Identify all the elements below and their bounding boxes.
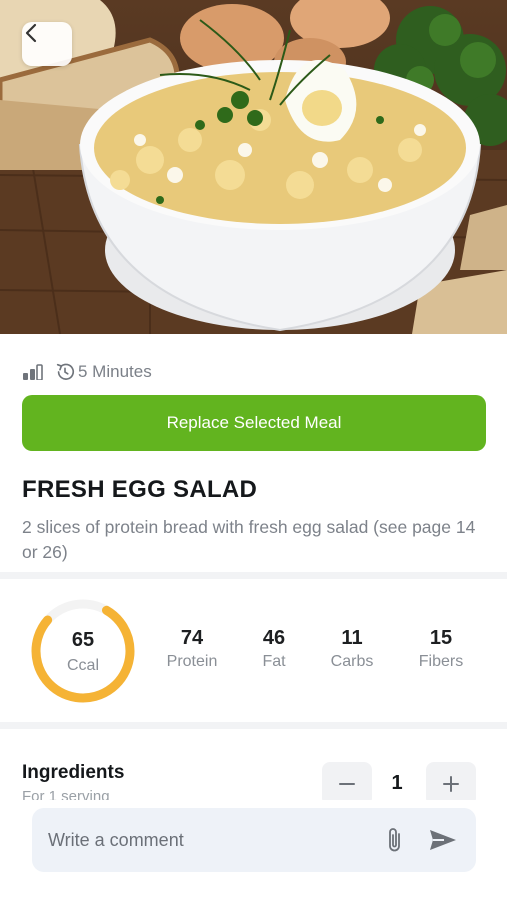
stat-value: 74 <box>180 627 204 649</box>
prep-time: 5 Minutes <box>78 362 152 381</box>
calorie-label: Ccal <box>67 657 99 674</box>
ingredients-serving: For 1 serving <box>22 788 110 800</box>
replace-meal-button[interactable]: Replace Selected Meal <box>22 395 486 451</box>
meal-description: 2 slices of protein bread with fresh egg… <box>22 517 476 562</box>
difficulty-bars-icon <box>23 364 43 380</box>
stat-carbs: 11 Carbs <box>307 626 397 674</box>
send-icon[interactable] <box>428 828 458 852</box>
calorie-value: 65 <box>72 629 94 651</box>
plus-icon <box>443 776 459 792</box>
meal-photo <box>0 0 507 334</box>
stat-value: 46 <box>262 627 286 649</box>
meal-title: FRESH EGG SALAD <box>22 476 258 503</box>
egg-salad-illustration <box>0 0 507 334</box>
stat-label: Protein <box>166 653 218 670</box>
stat-label: Fibers <box>418 653 464 670</box>
paperclip-icon[interactable] <box>384 826 406 854</box>
stat-fibers: 15 Fibers <box>396 626 486 674</box>
stat-value: 15 <box>429 627 453 649</box>
section-divider <box>0 722 507 729</box>
meal-meta-row: 5 Minutes <box>22 360 152 384</box>
calorie-ring: 65 Ccal <box>31 599 135 703</box>
minus-icon <box>339 783 355 785</box>
calorie-ring-progress <box>31 599 135 703</box>
comment-box <box>32 808 476 872</box>
chevron-left-icon <box>25 23 37 43</box>
stat-value: 11 <box>341 627 363 649</box>
stat-protein: 74 Protein <box>147 626 237 674</box>
comment-input[interactable] <box>48 829 368 851</box>
serving-quantity: 1 <box>391 772 403 794</box>
clock-icon <box>56 363 75 380</box>
back-button[interactable] <box>22 22 72 66</box>
stat-label: Carbs <box>330 653 374 670</box>
section-divider <box>0 572 507 579</box>
ingredients-title: Ingredients <box>22 762 125 783</box>
stat-label: Fat <box>262 653 286 670</box>
stat-fat: 46 Fat <box>229 626 319 674</box>
